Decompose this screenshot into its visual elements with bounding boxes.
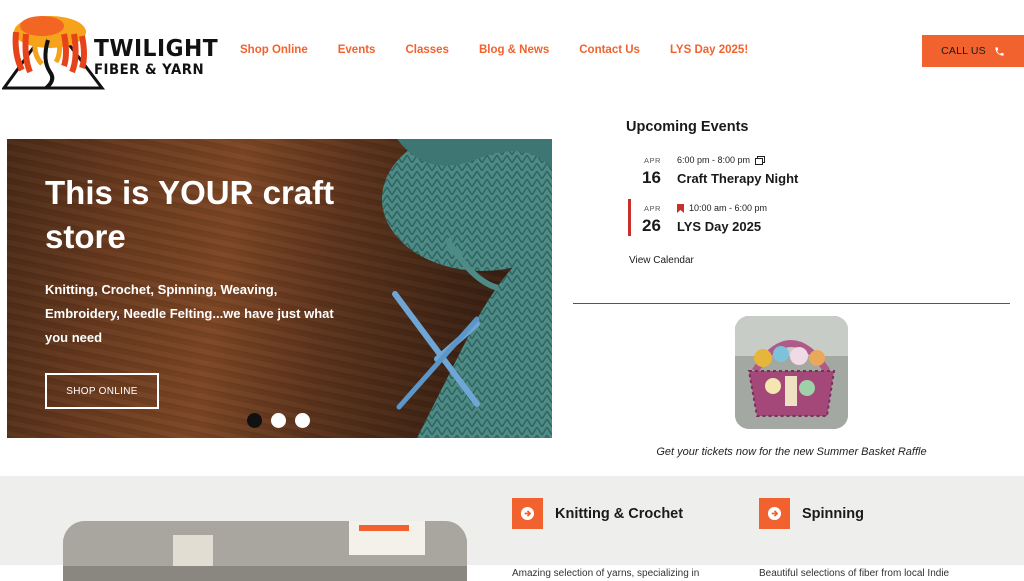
event-time-text: 6:00 pm - 8:00 pm (677, 155, 751, 165)
willow-tree-logo-icon (2, 16, 106, 90)
event-time-text: 10:00 am - 6:00 pm (689, 203, 768, 213)
event-name[interactable]: Craft Therapy Night (677, 171, 798, 186)
event-item[interactable]: APR 26 10:00 am - 6:00 pm LYS Day 2025 (628, 199, 988, 239)
logo[interactable]: TWILIGHT FIBER & YARN (2, 10, 218, 92)
event-month: APR (644, 204, 661, 213)
slide-dot-2[interactable] (271, 413, 286, 428)
event-day: 26 (642, 216, 661, 235)
nav-events[interactable]: Events (338, 44, 376, 56)
view-calendar-link[interactable]: View Calendar (629, 255, 694, 266)
raffle-caption: Get your tickets now for the new Summer … (656, 446, 927, 458)
event-name[interactable]: LYS Day 2025 (677, 219, 761, 234)
logo-wordmark: TWILIGHT FIBER & YARN (94, 36, 225, 78)
nav-lys-day[interactable]: LYS Day 2025! (670, 44, 748, 56)
feature-title[interactable]: Knitting & Crochet (555, 506, 683, 522)
hero-subtitle: Knitting, Crochet, Spinning, Weaving, Em… (45, 282, 334, 346)
main-nav: Shop Online Events Classes Blog & News C… (240, 44, 778, 56)
site-header: TWILIGHT FIBER & YARN Shop Online Events… (0, 0, 1024, 100)
phone-icon (995, 46, 1004, 56)
nav-classes[interactable]: Classes (405, 44, 448, 56)
feature-title[interactable]: Spinning (802, 506, 864, 522)
slider-dots (247, 413, 310, 428)
feature-description: Beautiful selections of fiber from local… (759, 568, 950, 579)
event-month: APR (644, 156, 661, 165)
call-us-label: CALL US (941, 45, 986, 57)
hero-slider: This is YOUR craft store Knitting, Croch… (7, 139, 552, 438)
event-day: 16 (642, 168, 661, 187)
slide-dot-1[interactable] (247, 413, 262, 428)
recurring-icon (755, 155, 766, 165)
section-divider (573, 303, 1010, 304)
arrow-circle-icon[interactable] (759, 498, 790, 529)
event-time: 10:00 am - 6:00 pm (677, 203, 767, 213)
nav-contact-us[interactable]: Contact Us (579, 44, 640, 56)
features-section: Knitting & Crochet Amazing selection of … (0, 476, 1024, 581)
raffle-basket-image[interactable] (735, 316, 848, 429)
event-time: 6:00 pm - 8:00 pm (677, 155, 766, 165)
featured-event-bar (628, 199, 631, 236)
yarn-basket-image (735, 316, 848, 429)
logo-line-2: FIBER & YARN (94, 62, 205, 78)
event-item[interactable]: APR 16 6:00 pm - 8:00 pm Craft Therapy N… (628, 151, 988, 191)
store-photo (63, 521, 467, 581)
store-interior-image (63, 521, 467, 581)
shop-online-button[interactable]: SHOP ONLINE (45, 373, 159, 409)
feature-description: Amazing selection of yarns, specializing… (512, 568, 700, 579)
events-heading: Upcoming Events (626, 119, 749, 135)
call-us-button[interactable]: CALL US (922, 35, 1024, 67)
nav-blog-news[interactable]: Blog & News (479, 44, 549, 56)
hero-title: This is YOUR craft store (45, 174, 335, 255)
nav-shop-online[interactable]: Shop Online (240, 44, 308, 56)
bookmark-icon (677, 203, 684, 213)
arrow-circle-icon[interactable] (512, 498, 543, 529)
slide-dot-3[interactable] (295, 413, 310, 428)
logo-line-1: TWILIGHT (94, 36, 219, 62)
